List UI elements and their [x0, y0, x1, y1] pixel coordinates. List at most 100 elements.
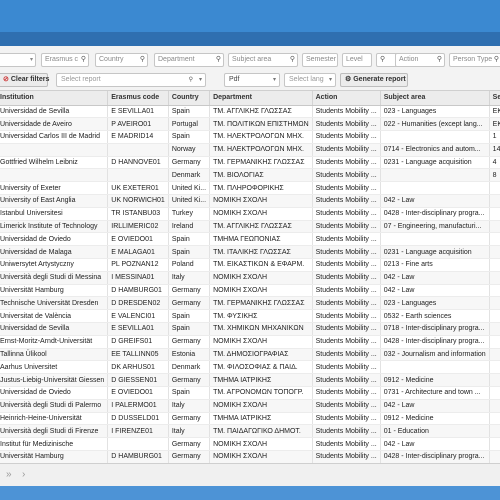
level-filter-input[interactable]: Level [342, 53, 372, 67]
table-row[interactable]: Università degli Studi di Messina I MESSI… [0, 271, 500, 285]
report-select[interactable]: Select report ⚲ ▾ [56, 73, 206, 87]
table-row[interactable]: Denmark ΤΜ. ΒΙΟΛΟΓΙΑΣ Students Mobility ..… [0, 168, 500, 183]
table-cell: Universidad de Sevilla [0, 105, 109, 119]
table-cell [380, 360, 490, 375]
table-cell: Students Mobility ... [312, 296, 381, 311]
department-filter-input[interactable]: Department ⚲ [154, 53, 224, 67]
table-cell: ΤΜΗΜΑ ΙΑΤΡΙΚΗΣ [209, 373, 313, 388]
results-table: Institution Erasmus code Country Department… [0, 90, 500, 463]
table-cell: Universidad de Malaga [0, 245, 109, 260]
table-cell: D GIESSEN01 [107, 373, 169, 388]
country-filter-input[interactable]: Country ⚲ [95, 53, 148, 67]
person-type-filter-input[interactable]: Person Type ⚲ [449, 53, 500, 67]
table-cell [107, 437, 169, 452]
table-cell: Spain [168, 309, 211, 324]
column-header[interactable]: Institution [0, 91, 109, 106]
table-cell: Italy [168, 399, 211, 413]
column-header[interactable]: Erasmus code [107, 91, 169, 106]
table-row[interactable]: Justus-Liebig-Universität Giessen D GIESS… [0, 373, 500, 388]
table-cell: 042 - Law [380, 399, 490, 413]
table-row[interactable]: Limerick Institute of Technology IRLLIMER… [0, 220, 500, 234]
table-cell: 0231 - Language acquisition [380, 245, 490, 260]
table-cell: Students Mobility ... [312, 335, 381, 349]
gear-icon: ⚙ [345, 76, 352, 83]
table-row[interactable]: Universidad de Oviedo E OVIEDO01 Spain ΤΜ. … [0, 386, 500, 400]
table-cell: I FIRENZE01 [107, 424, 169, 439]
table-row[interactable]: Aarhus Universitet DK ARHUS01 Denmark ΤΜ. Φ… [0, 360, 500, 375]
table-cell: 14 [489, 143, 500, 157]
table-cell: Heinrich-Heine-Universität [0, 412, 109, 426]
table-row[interactable]: Heinrich-Heine-Universität D DUSSELD01 Ger… [0, 412, 500, 426]
table-row[interactable]: Ernst-Moritz-Arndt-Universität D GREIFS01… [0, 335, 500, 349]
table-cell: D HAMBURG01 [107, 450, 169, 463]
table-cell: Uniwersytet Artystyczny [0, 258, 109, 272]
column-header[interactable]: Semester [489, 91, 500, 106]
table-row[interactable]: Institut für Medizinische Germany ΝΟΜΙΚΗ Σ… [0, 437, 500, 452]
table-row[interactable]: Norway ΤΜ. ΗΛΕΚΤΡΟΛΟΓΩΝ ΜΗΧ. Students Mobi… [0, 143, 500, 157]
table-cell: D DUSSELD01 [107, 412, 169, 426]
table-row[interactable]: Universität Hamburg D HAMBURG01 Germany ΝΟΜ… [0, 284, 500, 298]
table-row[interactable]: Università degli Studi di Palermo I PALER… [0, 399, 500, 413]
table-cell: Students Mobility ... [312, 232, 381, 247]
table-cell [489, 322, 500, 336]
chevron-down-icon: ▾ [328, 77, 332, 83]
table-cell: Institut für Medizinische [0, 437, 109, 452]
table-cell: 0714 - Electronics and autom... [380, 143, 490, 157]
table-cell: 0912 - Medicine [380, 373, 490, 388]
subject-area-filter-input[interactable]: Subject area ⚲ [228, 53, 298, 67]
table-row[interactable]: Universidad Carlos III de Madrid E MADRID… [0, 130, 500, 144]
table-cell [489, 386, 500, 400]
table-cell: Students Mobility ... [312, 271, 381, 285]
table-row[interactable]: Uniwersytet Artystyczny PL POZNAN12 Poland… [0, 258, 500, 272]
table-cell: ΝΟΜΙΚΗ ΣΧΟΛΗ [209, 450, 313, 463]
column-header[interactable]: Department [209, 91, 313, 106]
double-chevron-right-icon[interactable]: » [6, 469, 12, 480]
table-cell [489, 450, 500, 463]
semester-filter-input[interactable]: Semester [302, 53, 338, 67]
table-cell [489, 245, 500, 260]
table-cell: Universität Hamburg [0, 284, 109, 298]
table-row[interactable]: Universidad de Sevilla E SEVILLA01 Spain ΤΜ… [0, 105, 500, 119]
column-header[interactable]: Subject area [380, 91, 490, 106]
table-cell: 1 [489, 130, 500, 144]
chevron-down-icon: ▾ [272, 77, 276, 83]
erasmus-code-filter-input[interactable]: Erasmus c ⚲ [41, 53, 89, 67]
column-header[interactable]: Country [168, 91, 211, 106]
table-cell [489, 373, 500, 388]
table-cell: ΝΟΜΙΚΗ ΣΧΟΛΗ [209, 271, 313, 285]
table-cell: ΤΜ. ΙΤΑΛΙΚΗΣ ΓΛΩΣΣΑΣ [209, 245, 313, 260]
table-cell: Italy [168, 271, 211, 285]
table-row[interactable]: Universidad de Sevilla E SEVILLA01 Spain ΤΜ… [0, 322, 500, 336]
language-select[interactable]: Select lang ▾ [284, 73, 336, 87]
generate-report-button[interactable]: ⚙ Generate report [340, 73, 408, 87]
table-row[interactable]: University of East Anglia UK NORWICH01 Uni… [0, 194, 500, 208]
header-strip [0, 32, 500, 46]
table-cell: Denmark [168, 168, 211, 183]
table-row[interactable]: Universitat de València E VALENCI01 Spain Τ… [0, 309, 500, 324]
table-cell: Germany [168, 335, 211, 349]
clear-filters-button[interactable]: ⊘ Clear filters [0, 73, 49, 87]
format-select[interactable]: Pdf ▾ [224, 73, 280, 87]
filter-icon: ⚲ [80, 56, 86, 63]
table-row[interactable]: Universidad de Oviedo E OVIEDO01 Spain ΤΜΗΜ… [0, 232, 500, 247]
table-cell: ΤΜ. ΠΟΛΙΤΙΚΩΝ ΕΠΙΣΤΗΜΩΝ [209, 117, 313, 132]
chevron-down-icon: ▾ [198, 77, 202, 83]
table-row[interactable]: Tallinna Ülikool EE TALLINN05 Estonia ΤΜ. Δ… [0, 348, 500, 362]
table-cell [107, 143, 169, 157]
table-cell: DK ARHUS01 [107, 360, 169, 375]
table-row[interactable]: Universidad de Malaga E MALAGA01 Spain ΤΜ. … [0, 245, 500, 260]
table-cell: Istanbul Universitesi [0, 207, 109, 221]
column-header[interactable]: Action [312, 91, 381, 106]
table-row[interactable]: Gottfried Wilhelm Leibniz D HANNOVE01 Germ… [0, 156, 500, 170]
table-row[interactable]: Universität Hamburg D HAMBURG01 Germany ΝΟΜ… [0, 450, 500, 463]
chevron-right-icon[interactable]: › [22, 469, 25, 480]
table-row[interactable]: University of Exeter UK EXETER01 United Ki… [0, 181, 500, 196]
table-row[interactable]: Universidade de Aveiro P AVEIRO01 Portugal… [0, 117, 500, 132]
action-filter-input[interactable]: Action ⚲ [395, 53, 445, 67]
table-row[interactable]: Technische Universität Dresden D DRESDEN0… [0, 296, 500, 311]
table-row[interactable]: Istanbul Universitesi TR ISTANBU03 Turkey Ν… [0, 207, 500, 221]
table-cell [0, 143, 109, 157]
table-row[interactable]: Università degli Studi di Firenze I FIREN… [0, 424, 500, 439]
institution-filter-input[interactable]: ▾ [0, 53, 36, 67]
table-cell: ΝΟΜΙΚΗ ΣΧΟΛΗ [209, 284, 313, 298]
